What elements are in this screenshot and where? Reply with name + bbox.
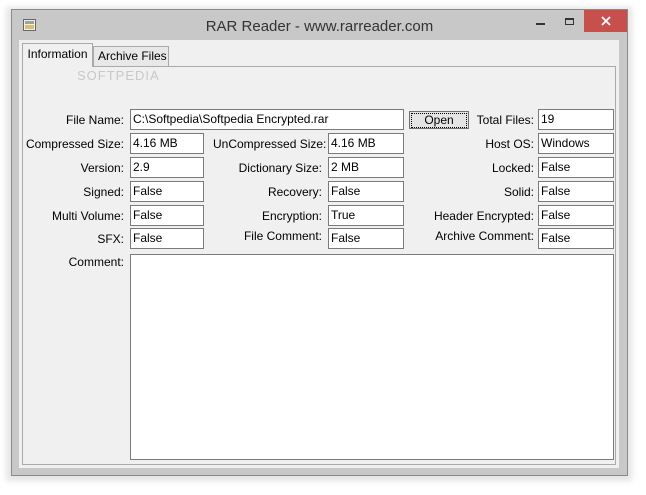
app-window: RAR Reader - www.rarreader.com Informati… [11,9,628,476]
locked-field[interactable]: False [538,157,614,178]
close-icon [600,16,611,26]
recovery-label: Recovery: [267,185,322,199]
signed-label: Signed: [83,185,124,199]
solid-field[interactable]: False [538,181,614,202]
uncompressed-size-label: UnCompressed Size: [213,137,327,151]
comment-label: Comment: [68,255,124,269]
maximize-icon [564,17,574,25]
total-files-label: Total Files: [476,113,534,127]
file-name-label: File Name: [65,113,124,127]
encryption-label: Encryption: [261,209,322,223]
version-label: Version: [80,161,124,175]
host-os-field[interactable]: Windows [538,133,614,154]
information-panel: File Name: C:\Softpedia\Softpedia Encryp… [22,66,616,465]
header-encrypted-label: Header Encrypted: [433,209,534,223]
compressed-size-field[interactable]: 4.16 MB [130,133,204,154]
file-comment-field[interactable]: False [328,228,404,249]
encryption-field[interactable]: True [328,205,404,226]
close-button[interactable] [584,10,627,32]
version-field[interactable]: 2.9 [130,157,204,178]
uncompressed-size-field[interactable]: 4.16 MB [328,133,404,154]
maximize-button[interactable] [555,10,583,32]
dictionary-size-field[interactable]: 2 MB [328,157,404,178]
multi-volume-label: Multi Volume: [51,209,124,223]
archive-comment-label: Archive Comment: [435,229,534,243]
locked-label: Locked: [491,161,534,175]
total-files-field[interactable]: 19 [538,109,614,130]
header-encrypted-field[interactable]: False [538,205,614,226]
tab-archive-files[interactable]: Archive Files [93,46,169,66]
host-os-label: Host OS: [485,137,534,151]
dictionary-size-label: Dictionary Size: [238,161,322,175]
recovery-field[interactable]: False [328,181,404,202]
file-name-field[interactable]: C:\Softpedia\Softpedia Encrypted.rar [130,109,404,130]
minimize-icon [536,23,545,25]
file-comment-label: File Comment: [243,229,322,243]
minimize-button[interactable] [526,10,555,32]
compressed-size-label: Compressed Size: [25,137,124,151]
archive-comment-field[interactable]: False [538,228,614,249]
client-area: Information Archive Files SOFTPEDIA File… [19,40,619,468]
multi-volume-field[interactable]: False [130,205,204,226]
comment-textarea[interactable] [130,254,614,460]
title-bar[interactable]: RAR Reader - www.rarreader.com [12,10,627,41]
signed-field[interactable]: False [130,181,204,202]
tab-information[interactable]: Information [22,43,93,67]
sfx-field[interactable]: False [130,228,204,249]
solid-label: Solid: [503,185,534,199]
sfx-label: SFX: [97,232,124,246]
